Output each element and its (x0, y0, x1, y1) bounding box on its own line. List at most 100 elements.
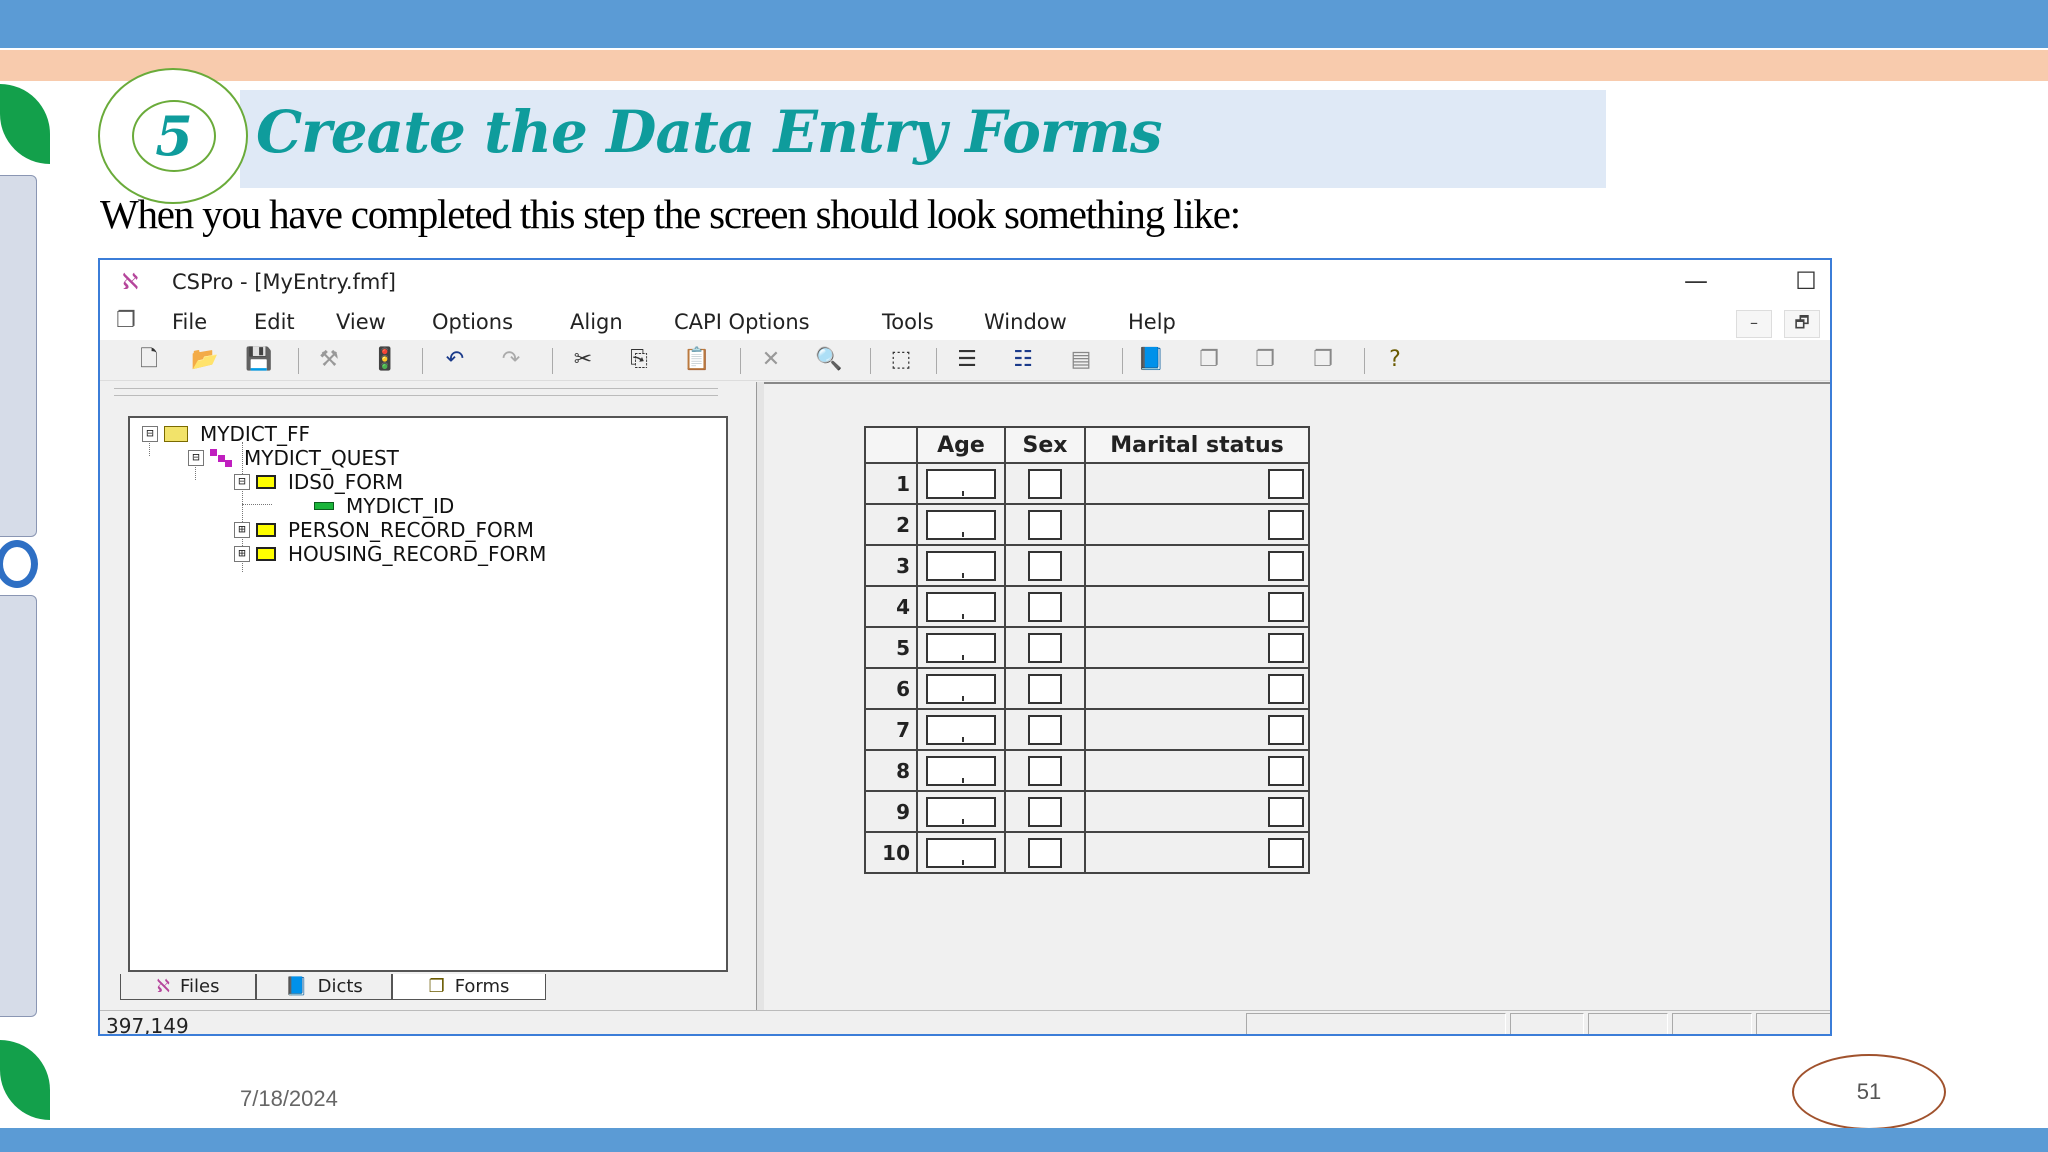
age-field[interactable] (926, 755, 996, 786)
step-number: 5 (132, 100, 216, 172)
collapse-icon[interactable]: ⊟ (234, 474, 250, 490)
delete-icon[interactable]: ✕ (756, 345, 786, 375)
tab-forms[interactable]: ❐ Forms (392, 974, 546, 1000)
forms-stack-icon[interactable]: ❐ (1194, 345, 1224, 375)
toolbar-separator (870, 348, 871, 374)
save-icon[interactable]: 💾 (244, 345, 274, 375)
tree-item-level[interactable]: ⊟ MYDICT_QUEST (188, 446, 399, 470)
marital-status-field[interactable] (1268, 755, 1304, 786)
person-roster: Age Sex Marital status 1 2 3 4 5 6 7 8 9… (864, 426, 1310, 874)
run-traffic-light-icon[interactable]: 🚦 (370, 345, 400, 375)
find-icon[interactable]: 🔍 (814, 345, 844, 375)
top-banner-blue (0, 0, 2048, 48)
sex-field[interactable] (1028, 468, 1062, 499)
tab-files[interactable]: ℵ Files (120, 974, 256, 1000)
sex-field[interactable] (1028, 632, 1062, 663)
tree-item-form-ids[interactable]: ⊟ IDS0_FORM (234, 470, 403, 494)
open-folder-icon[interactable]: 📂 (190, 345, 220, 375)
sex-field[interactable] (1028, 755, 1062, 786)
paste-icon[interactable]: 📋 (682, 345, 712, 375)
expand-icon[interactable]: ⊞ (234, 522, 250, 538)
tree-item-form-person[interactable]: ⊞ PERSON_RECORD_FORM (234, 518, 534, 542)
tree-item-form-housing[interactable]: ⊞ HOUSING_RECORD_FORM (234, 542, 546, 566)
select-box-icon[interactable]: ⬚ (886, 345, 916, 375)
collapse-icon[interactable]: ⊟ (188, 450, 204, 466)
slide-subtitle: When you have completed this step the sc… (100, 191, 1241, 237)
mdi-minimize-button[interactable]: – (1736, 310, 1772, 338)
form-icon (256, 523, 276, 537)
menu-options[interactable]: Options (432, 310, 513, 334)
sex-field[interactable] (1028, 673, 1062, 704)
marital-status-field[interactable] (1268, 837, 1304, 868)
files-icon: ℵ (156, 976, 170, 997)
sex-field[interactable] (1028, 796, 1062, 827)
forms-stack-2-icon[interactable]: ❐ (1250, 345, 1280, 375)
age-field[interactable] (926, 796, 996, 827)
collapse-icon[interactable]: ⊟ (142, 426, 158, 442)
expand-icon[interactable]: ⊞ (234, 546, 250, 562)
tree-item-label: MYDICT_ID (346, 494, 455, 518)
column-header-sex[interactable]: Sex (1004, 426, 1086, 464)
marital-status-field[interactable] (1268, 591, 1304, 622)
minimize-button[interactable]: — (1676, 266, 1716, 296)
age-field[interactable] (926, 468, 996, 499)
age-field[interactable] (926, 591, 996, 622)
menu-view[interactable]: View (336, 310, 386, 334)
maximize-button[interactable]: ☐ (1786, 266, 1826, 296)
sex-field[interactable] (1028, 837, 1062, 868)
marital-status-field[interactable] (1268, 714, 1304, 745)
slide-title: Create the Data Entry Forms (256, 98, 1162, 166)
menu-window[interactable]: Window (984, 310, 1067, 334)
form-file-icon (164, 426, 188, 442)
marital-status-field[interactable] (1268, 550, 1304, 581)
align-left-icon[interactable]: ☰ (952, 345, 982, 375)
marital-status-field[interactable] (1268, 509, 1304, 540)
sex-field[interactable] (1028, 591, 1062, 622)
forms-document-icon: ❐ (116, 308, 136, 333)
marital-status-field[interactable] (1268, 632, 1304, 663)
new-file-icon[interactable]: 🗋 (134, 345, 164, 375)
menu-help[interactable]: Help (1128, 310, 1176, 334)
help-icon[interactable]: ? (1380, 345, 1410, 375)
menu-capi-options[interactable]: CAPI Options (674, 310, 810, 334)
tree-item-field-id[interactable]: MYDICT_ID (314, 494, 454, 518)
column-header-marital-status[interactable]: Marital status (1084, 426, 1310, 464)
menu-tools[interactable]: Tools (882, 310, 934, 334)
tree-item-dictionary-file[interactable]: ⊟ MYDICT_FF (142, 422, 310, 446)
age-field[interactable] (926, 632, 996, 663)
align-tree-icon[interactable]: ☷ (1008, 345, 1038, 375)
column-header-age[interactable]: Age (916, 426, 1006, 464)
undo-icon[interactable]: ↶ (440, 345, 470, 375)
sex-field[interactable] (1028, 714, 1062, 745)
marital-status-field[interactable] (1268, 673, 1304, 704)
age-field[interactable] (926, 550, 996, 581)
field-icon (314, 502, 334, 510)
marital-status-field[interactable] (1268, 796, 1304, 827)
sex-field[interactable] (1028, 550, 1062, 581)
redo-icon[interactable]: ↷ (496, 345, 526, 375)
cut-icon[interactable]: ✂ (568, 345, 598, 375)
grid-icon[interactable]: ▤ (1066, 345, 1096, 375)
left-decor-panel-upper (0, 175, 37, 537)
toolbar-separator (740, 348, 741, 374)
tree-item-label: MYDICT_QUEST (244, 446, 399, 470)
age-field[interactable] (926, 714, 996, 745)
menu-align[interactable]: Align (570, 310, 623, 334)
age-field[interactable] (926, 673, 996, 704)
menu-file[interactable]: File (172, 310, 207, 334)
age-field[interactable] (926, 509, 996, 540)
age-field[interactable] (926, 837, 996, 868)
marital-status-field[interactable] (1268, 468, 1304, 499)
forms-stack-3-icon[interactable]: ❐ (1308, 345, 1338, 375)
mdi-restore-button[interactable]: 🗗 (1784, 310, 1820, 338)
copy-icon[interactable]: ⎘ (624, 345, 654, 375)
menu-edit[interactable]: Edit (254, 310, 295, 334)
toolbar-separator (298, 348, 299, 374)
book-icon[interactable]: 📘 (1136, 345, 1166, 375)
generate-icon[interactable]: ⚒ (314, 345, 344, 375)
forms-icon: ❐ (428, 976, 445, 997)
tab-label: Forms (454, 976, 510, 997)
sex-field[interactable] (1028, 509, 1062, 540)
tab-dicts[interactable]: 📘 Dicts (256, 974, 392, 1000)
table-row: 7 (864, 708, 1310, 751)
